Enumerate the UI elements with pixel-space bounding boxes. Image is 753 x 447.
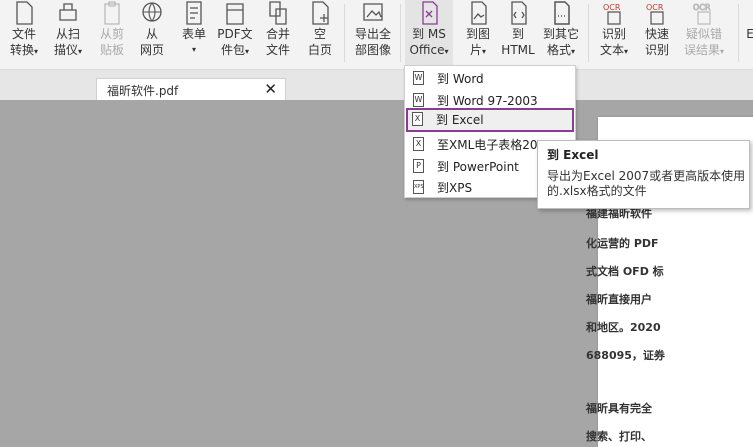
ocr-icon: OCR xyxy=(602,0,626,26)
word-icon: W xyxy=(413,71,424,85)
from-clipboard-button[interactable]: 从剪 贴板 xyxy=(94,0,130,66)
to-ms-office-button[interactable]: 到 MS Office▾ xyxy=(405,0,453,66)
pdf-package-button[interactable]: PDF文 件包▾ xyxy=(214,0,256,66)
ribbon-toolbar: 文件 转换▾ 从扫 描仪▾ 从剪 贴板 从 网页 表单 ▾ PDF文 件包▾ 合… xyxy=(0,0,753,70)
word-icon: W xyxy=(413,93,424,107)
pdf-package-icon xyxy=(223,0,247,26)
quick-ocr-icon: OCR xyxy=(645,0,669,26)
document-tab[interactable]: 福昕软件.pdf ✕ xyxy=(96,78,286,100)
tab-title: 福昕软件.pdf xyxy=(107,84,179,98)
recognize-text-button[interactable]: OCR 识别 文本▾ xyxy=(594,0,634,66)
doc-line: 福昕直接用户 xyxy=(586,293,652,306)
doc-line: 和地区。2020 xyxy=(586,321,661,334)
truncated-icon xyxy=(744,0,753,26)
svg-text:OCR: OCR xyxy=(693,3,711,12)
ribbon-separator xyxy=(588,4,589,62)
ribbon-separator xyxy=(738,4,739,62)
excel-tooltip: 到 Excel 导出为Excel 2007或者更高版本使用的.xlsx格式的文件 xyxy=(537,140,750,209)
doc-line: 式文档 OFD 标 xyxy=(586,265,664,278)
merge-files-button[interactable]: 合并 文件 xyxy=(260,0,296,66)
file-convert-button[interactable]: 文件 转换▾ xyxy=(4,0,44,66)
doc-line: 化运营的 PDF xyxy=(586,237,659,250)
truncated-button[interactable]: E xyxy=(744,0,753,66)
tooltip-description: 导出为Excel 2007或者更高版本使用的.xlsx格式的文件 xyxy=(547,169,746,198)
quick-recognize-button[interactable]: OCR 快速 识别 xyxy=(638,0,676,66)
excel-icon: X xyxy=(412,112,423,126)
scanner-icon xyxy=(56,0,80,26)
doc-line: 搜索、打印、 xyxy=(586,430,652,443)
merge-icon xyxy=(266,0,290,26)
clipboard-icon xyxy=(100,0,124,26)
export-all-images-button[interactable]: 导出全 部图像 xyxy=(350,0,396,66)
to-image-button[interactable]: 到图 片▾ xyxy=(458,0,498,66)
doc-line: 福昕具有完全 xyxy=(586,402,652,415)
file-convert-icon xyxy=(12,0,36,26)
to-other-format-button[interactable]: 到其它 格式▾ xyxy=(540,0,582,66)
other-format-icon xyxy=(549,0,573,26)
excel-icon: X xyxy=(413,137,424,151)
menu-item-to-word[interactable]: W 到 Word xyxy=(407,67,573,89)
close-tab-icon[interactable]: ✕ xyxy=(264,80,277,98)
ocr-suspect-icon: OCR xyxy=(692,0,716,26)
svg-text:OCR: OCR xyxy=(603,3,621,12)
ribbon-separator xyxy=(400,4,401,62)
ribbon-separator xyxy=(344,4,345,62)
html-icon xyxy=(506,0,530,26)
svg-text:OCR: OCR xyxy=(646,3,664,12)
blank-page-icon xyxy=(308,0,332,26)
from-scanner-button[interactable]: 从扫 描仪▾ xyxy=(48,0,88,66)
suspect-results-button[interactable]: OCR 疑似错 误结果▾ xyxy=(680,0,728,66)
xps-icon: XPS xyxy=(413,180,424,194)
from-webpage-button[interactable]: 从 网页 xyxy=(134,0,170,66)
to-html-button[interactable]: 到 HTML xyxy=(500,0,536,66)
menu-item-to-excel[interactable]: X 到 Excel xyxy=(406,108,574,132)
tooltip-title: 到 Excel xyxy=(547,148,599,162)
form-icon xyxy=(182,0,206,26)
ms-office-icon xyxy=(417,0,441,26)
powerpoint-icon: P xyxy=(413,159,424,173)
blank-page-button[interactable]: 空 白页 xyxy=(302,0,338,66)
globe-icon xyxy=(140,0,164,26)
form-button[interactable]: 表单 ▾ xyxy=(176,0,212,66)
doc-line: 688095，证券 xyxy=(586,349,665,362)
to-image-icon xyxy=(466,0,490,26)
export-images-icon xyxy=(361,0,385,26)
document-tab-bar: 福昕软件.pdf ✕ xyxy=(0,70,753,100)
